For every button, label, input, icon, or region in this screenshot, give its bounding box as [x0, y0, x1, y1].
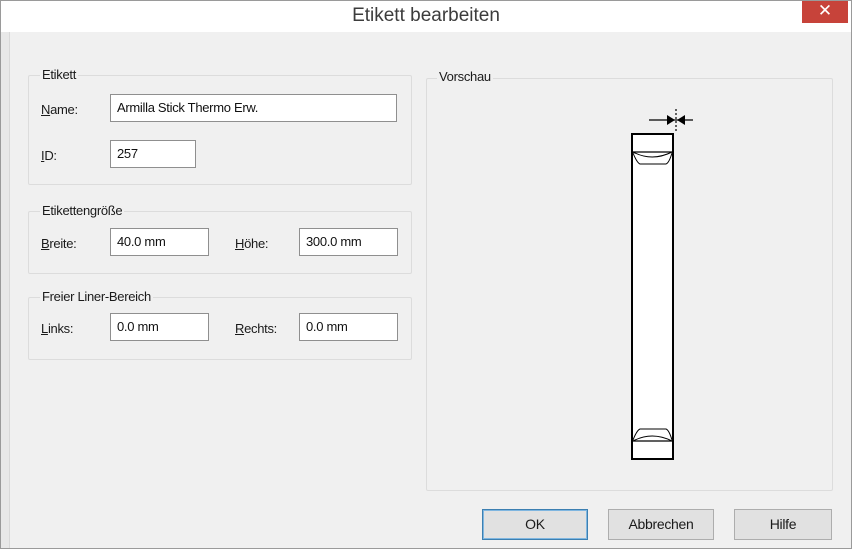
- links-label: Links:: [41, 321, 74, 336]
- id-label: ID:: [41, 148, 57, 163]
- dialog-window: Etikett bearbeiten ✕ Etikett Name: Armil…: [0, 0, 852, 549]
- close-button[interactable]: ✕: [802, 1, 848, 23]
- hoehe-label: Höhe:: [235, 236, 269, 251]
- ok-button[interactable]: OK: [482, 509, 588, 540]
- window-title: Etikett bearbeiten: [352, 5, 500, 26]
- rechts-input[interactable]: 0.0 mm: [299, 313, 398, 341]
- help-button[interactable]: Hilfe: [734, 509, 832, 540]
- hoehe-input[interactable]: 300.0 mm: [299, 228, 398, 256]
- window-edge: [1, 32, 10, 548]
- group-etikett-legend: Etikett: [40, 67, 79, 82]
- label-preview-icon: [631, 109, 693, 460]
- links-input[interactable]: 0.0 mm: [110, 313, 209, 341]
- name-input[interactable]: Armilla Stick Thermo Erw.: [110, 94, 397, 122]
- name-label: Name:: [41, 102, 78, 117]
- title-bar[interactable]: Etikett bearbeiten ✕: [1, 1, 851, 32]
- cancel-button[interactable]: Abbrechen: [608, 509, 714, 540]
- breite-input[interactable]: 40.0 mm: [110, 228, 209, 256]
- rechts-label: Rechts:: [235, 321, 277, 336]
- breite-label: Breite:: [41, 236, 77, 251]
- group-liner-bereich-legend: Freier Liner-Bereich: [40, 289, 153, 304]
- group-vorschau-legend: Vorschau: [437, 69, 493, 84]
- group-etikett: [28, 75, 412, 185]
- group-etikettengroesse-legend: Etikettengröße: [40, 203, 125, 218]
- close-icon: ✕: [817, 1, 833, 20]
- id-input[interactable]: 257: [110, 140, 196, 168]
